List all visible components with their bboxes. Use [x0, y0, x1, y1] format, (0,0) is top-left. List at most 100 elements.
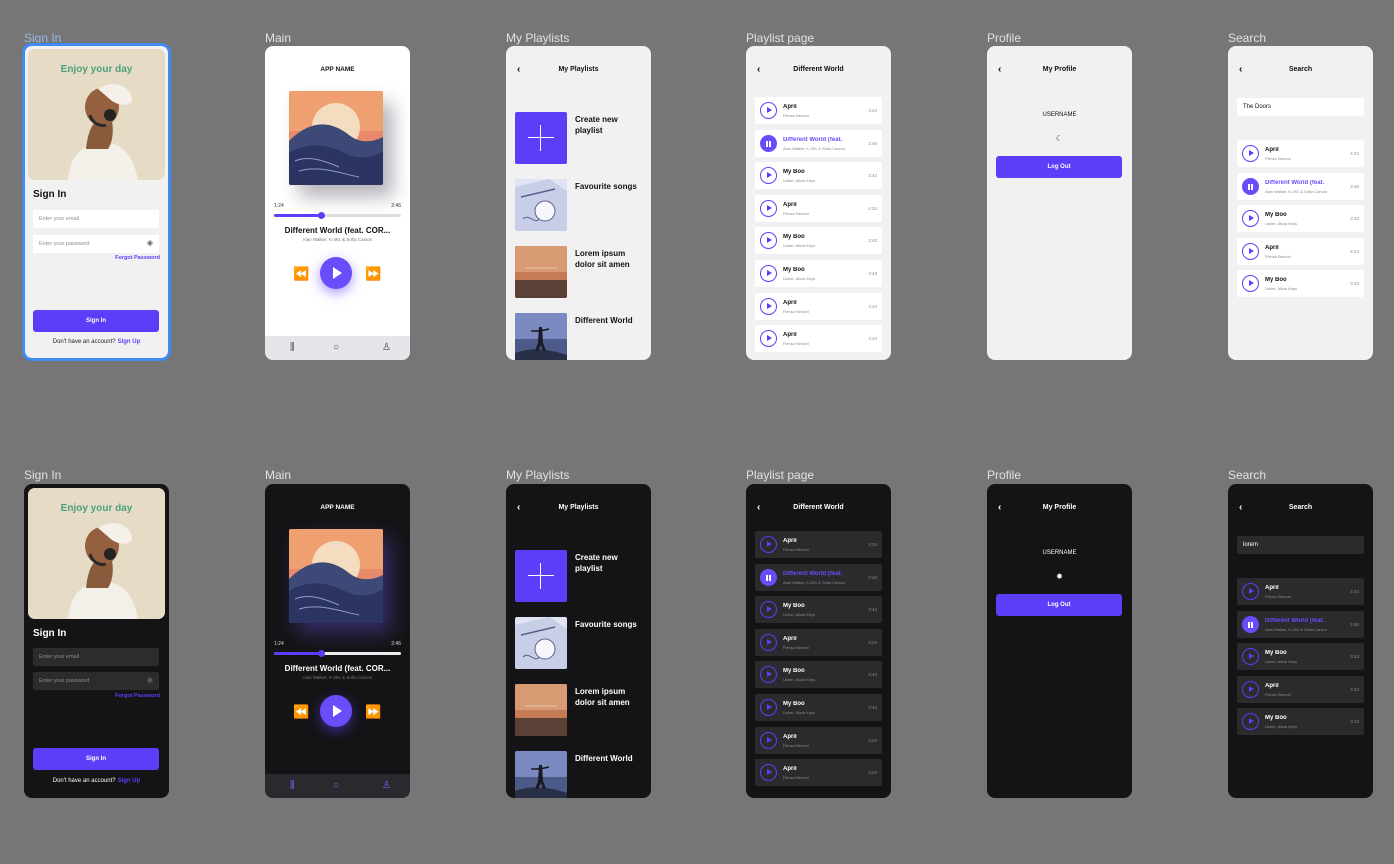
- play-icon[interactable]: [1242, 680, 1259, 698]
- signin-button[interactable]: Sign In: [33, 748, 159, 770]
- play-button[interactable]: [320, 257, 352, 289]
- frame-label-search[interactable]: Search: [1228, 31, 1266, 45]
- library-icon[interactable]: ⫼: [290, 342, 295, 354]
- play-icon[interactable]: [760, 764, 777, 782]
- profile-frame-dark[interactable]: ‹ My Profile USERNAME ✹ Log Out: [987, 484, 1132, 798]
- track-row[interactable]: Different World (feat. Alan Walker, K-391…: [1237, 610, 1364, 638]
- frame-label-profile[interactable]: Profile: [987, 31, 1021, 45]
- eye-icon[interactable]: ◉: [147, 235, 153, 253]
- playlist-item[interactable]: Favourite songs: [515, 617, 651, 669]
- signin-frame-dark[interactable]: Enjoy your day Sign In Enter your email …: [24, 484, 169, 798]
- playlists-frame-light[interactable]: ‹ My Playlists Create new playlist Favour…: [506, 46, 651, 360]
- playlists-frame-dark[interactable]: ‹ My Playlists Create new playlist Favour…: [506, 484, 651, 798]
- track-row[interactable]: April Fienso Bersori 4:24: [755, 726, 882, 754]
- play-icon[interactable]: [760, 536, 777, 553]
- track-row[interactable]: April Fienso Bersori 4:24: [1237, 578, 1364, 605]
- forgot-password-link[interactable]: Forgot Password: [115, 255, 160, 261]
- profile-frame-light[interactable]: ‹ My Profile USERNAME ☾ Log Out: [987, 46, 1132, 360]
- track-row[interactable]: April Fienso Bersori 4:24: [755, 97, 882, 124]
- search-frame-light[interactable]: ‹ Search The Doors April Fienso Bersori 4:2…: [1228, 46, 1373, 360]
- moon-icon[interactable]: ☾: [1055, 134, 1064, 143]
- plus-icon[interactable]: [515, 112, 567, 164]
- frame-label-playlist-page-dark[interactable]: Playlist page: [746, 468, 814, 482]
- play-icon[interactable]: [760, 330, 777, 348]
- forward-icon[interactable]: ⏩: [365, 267, 381, 281]
- track-row[interactable]: My Boo Usher, Alicia Keys 3:43: [1237, 205, 1364, 233]
- search-input[interactable]: The Doors: [1237, 98, 1364, 116]
- pause-icon[interactable]: [1242, 615, 1259, 633]
- pause-icon[interactable]: [1242, 177, 1259, 195]
- signup-link[interactable]: Sign Up: [118, 339, 141, 345]
- track-row[interactable]: April Fienso Bersori 4:24: [755, 325, 882, 353]
- track-row[interactable]: Different World (feat. Alan Walker, K-391…: [755, 129, 882, 157]
- frame-label-playlist-page[interactable]: Playlist page: [746, 31, 814, 45]
- track-row[interactable]: Different World (feat. Alan Walker, K-391…: [755, 563, 882, 591]
- email-field[interactable]: Enter your email: [33, 210, 159, 228]
- track-row[interactable]: My Boo Usher, Alicia Keys 3:43: [1237, 270, 1364, 298]
- playlist-item[interactable]: Favourite songs: [515, 179, 651, 231]
- play-icon[interactable]: [1242, 210, 1259, 228]
- playlist-item[interactable]: Different World: [515, 751, 651, 798]
- search-icon[interactable]: ○: [333, 342, 339, 354]
- track-row[interactable]: April Fienso Bersori 4:24: [755, 531, 882, 558]
- track-row[interactable]: My Boo Usher, Alicia Keys 3:43: [755, 694, 882, 721]
- eye-icon[interactable]: ◉: [147, 672, 153, 690]
- track-row[interactable]: April Fienso Bersori 4:24: [1237, 675, 1364, 703]
- playlist-item[interactable]: Create new playlist: [515, 112, 651, 164]
- progress-knob[interactable]: [317, 212, 325, 219]
- sun-icon[interactable]: ✹: [1055, 572, 1064, 581]
- frame-label-sign-in[interactable]: Sign In: [24, 31, 61, 45]
- email-field[interactable]: Enter your email: [33, 648, 159, 666]
- main-frame-dark[interactable]: APP NAME 1:24 2:46 Different World (feat…: [265, 484, 410, 798]
- playlist-item[interactable]: Lorem ipsum dolor sit amen: [515, 684, 651, 736]
- search-frame-dark[interactable]: ‹ Search lorem April Fienso Bersori 4:24 Dif…: [1228, 484, 1373, 798]
- frame-label-my-playlists-dark[interactable]: My Playlists: [506, 468, 569, 482]
- logout-button[interactable]: Log Out: [996, 156, 1122, 178]
- play-icon[interactable]: [1242, 648, 1259, 666]
- playlist-item[interactable]: Lorem ipsum dolor sit amen: [515, 246, 651, 298]
- play-icon[interactable]: [760, 633, 777, 651]
- track-row[interactable]: April Fienso Bersori 4:24: [755, 292, 882, 320]
- track-row[interactable]: Different World (feat. Alan Walker, K-391…: [1237, 172, 1364, 200]
- pause-icon[interactable]: [760, 134, 777, 152]
- logout-button[interactable]: Log Out: [996, 594, 1122, 616]
- plus-icon[interactable]: [515, 550, 567, 602]
- track-row[interactable]: My Boo Usher, Alicia Keys 3:43: [755, 661, 882, 689]
- search-icon[interactable]: ○: [333, 780, 339, 792]
- play-icon[interactable]: [760, 167, 777, 185]
- playlist-item[interactable]: Create new playlist: [515, 550, 651, 602]
- playlist-page-frame-light[interactable]: ‹ Different World April Fienso Bersori 4:24…: [746, 46, 891, 360]
- main-frame-light[interactable]: APP NAME 1:24 2:46 Different World (feat…: [265, 46, 410, 360]
- play-icon[interactable]: [760, 297, 777, 315]
- signin-button[interactable]: Sign In: [33, 310, 159, 332]
- play-icon[interactable]: [760, 666, 777, 684]
- play-icon[interactable]: [760, 265, 777, 282]
- track-row[interactable]: April Fienso Bersori 4:24: [1237, 237, 1364, 265]
- progress-knob[interactable]: [317, 650, 325, 657]
- profile-icon[interactable]: ♙: [382, 780, 391, 792]
- track-row[interactable]: My Boo Usher, Alicia Keys 3:43: [1237, 708, 1364, 736]
- play-icon[interactable]: [760, 102, 777, 119]
- track-row[interactable]: My Boo Usher, Alicia Keys 3:43: [755, 260, 882, 287]
- track-row[interactable]: My Boo Usher, Alicia Keys 3:43: [755, 227, 882, 255]
- frame-label-sign-in-dark[interactable]: Sign In: [24, 468, 61, 482]
- progress-bar[interactable]: [274, 650, 401, 657]
- play-icon[interactable]: [760, 232, 777, 250]
- playlist-page-frame-dark[interactable]: ‹ Different World April Fienso Bersori 4:24…: [746, 484, 891, 798]
- progress-bar[interactable]: [274, 212, 401, 219]
- play-icon[interactable]: [1242, 583, 1259, 600]
- forgot-password-link[interactable]: Forgot Password: [115, 693, 160, 699]
- profile-icon[interactable]: ♙: [382, 342, 391, 354]
- library-icon[interactable]: ⫼: [290, 780, 295, 792]
- frame-label-profile-dark[interactable]: Profile: [987, 468, 1021, 482]
- search-input[interactable]: lorem: [1237, 536, 1364, 554]
- frame-label-main-dark[interactable]: Main: [265, 468, 291, 482]
- frame-label-search-dark[interactable]: Search: [1228, 468, 1266, 482]
- forward-icon[interactable]: ⏩: [365, 705, 381, 719]
- play-button[interactable]: [320, 695, 352, 727]
- play-icon[interactable]: [760, 199, 777, 217]
- play-icon[interactable]: [760, 601, 777, 619]
- play-icon[interactable]: [1242, 713, 1259, 731]
- track-row[interactable]: April Fienso Bersori 4:24: [1237, 140, 1364, 167]
- track-row[interactable]: April Fienso Bersori 4:24: [755, 628, 882, 656]
